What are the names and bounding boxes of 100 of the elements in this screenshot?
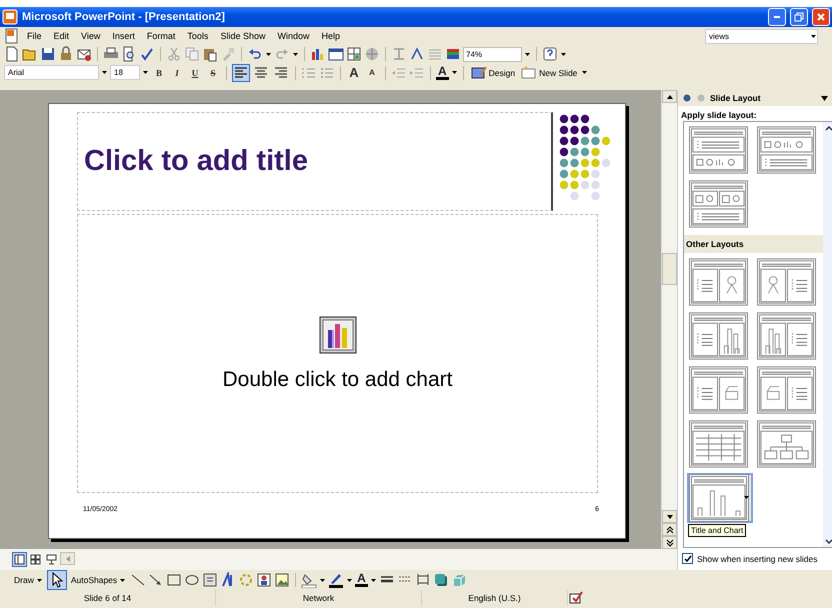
line-color-icon[interactable] <box>328 572 344 588</box>
pointer-icon <box>50 572 64 588</box>
status-slide: Slide 6 of 14 <box>0 590 216 606</box>
app-icon[interactable] <box>2 9 18 25</box>
chart-placeholder[interactable]: Double click to add chart <box>77 214 598 493</box>
layout-thumbnail[interactable] <box>687 125 749 175</box>
select-button[interactable] <box>46 570 67 590</box>
layout-thumbnail[interactable] <box>755 257 817 307</box>
title-placeholder[interactable]: Click to add title <box>77 112 553 211</box>
checkbox[interactable] <box>682 553 693 564</box>
list-scrollbar[interactable] <box>823 122 832 547</box>
grid-icon[interactable] <box>346 46 362 62</box>
rectangle-icon[interactable] <box>166 572 182 588</box>
layout-thumbnail[interactable] <box>687 311 749 361</box>
layout-thumbnail[interactable] <box>687 179 749 229</box>
view-button[interactable] <box>44 552 59 567</box>
scroll-up-icon <box>666 92 674 100</box>
paste-icon[interactable] <box>202 46 218 62</box>
restore-button[interactable] <box>790 8 808 26</box>
align-center-icon <box>253 64 269 80</box>
layout-thumbnail[interactable] <box>687 257 749 307</box>
check-icon <box>684 554 692 562</box>
task-pane-title: Slide Layout <box>710 93 762 103</box>
new-slide-icon <box>521 64 538 80</box>
clip-art-icon[interactable] <box>256 572 272 588</box>
layout-thumbnail[interactable] <box>755 125 817 175</box>
minimize-button[interactable] <box>768 8 786 26</box>
menu-item[interactable]: File <box>22 29 47 43</box>
group-heading: Other Layouts <box>684 235 823 253</box>
scroll-left-icon <box>64 554 72 562</box>
scroll-down-icon <box>825 537 832 545</box>
spelling-status-icon[interactable] <box>568 590 584 606</box>
view-button[interactable] <box>28 552 43 567</box>
design-button[interactable]: Design <box>468 64 518 82</box>
status-design: Network <box>216 590 422 606</box>
table-icon[interactable] <box>328 46 344 62</box>
increase-font-button[interactable]: A <box>346 64 362 80</box>
menu-item[interactable]: Window <box>272 29 314 43</box>
zoom-field[interactable]: 74% <box>463 46 522 62</box>
checkbox-label: Show when inserting new slides <box>697 554 818 564</box>
help-question-field[interactable]: views <box>705 28 818 44</box>
layout-thumbnail[interactable] <box>755 311 817 361</box>
layout-thumbnail[interactable] <box>687 365 749 415</box>
color-bars-icon[interactable] <box>445 46 461 62</box>
arrow-style-icon[interactable] <box>414 572 431 588</box>
close-button[interactable] <box>812 8 830 26</box>
font-style-button[interactable]: B <box>151 64 167 80</box>
font-style-button[interactable]: I <box>169 64 185 80</box>
draw-menu-button[interactable]: Draw <box>12 574 45 586</box>
font-style-button[interactable]: S <box>205 64 221 80</box>
next-slide-icon <box>666 538 674 546</box>
lock-icon[interactable] <box>58 46 74 62</box>
new-slide-button[interactable]: New Slide <box>519 64 580 82</box>
font-field[interactable]: Arial <box>4 65 99 80</box>
decrease-font-button[interactable]: A <box>364 64 380 80</box>
new-document-icon[interactable] <box>4 46 20 62</box>
scroll-thumb[interactable] <box>662 253 677 285</box>
window-title: Microsoft PowerPoint - [Presentation2] <box>22 11 226 23</box>
menu-item[interactable]: View <box>76 29 106 43</box>
view-button[interactable] <box>12 552 27 567</box>
menu-item[interactable]: Tools <box>182 29 214 43</box>
align-button[interactable] <box>232 64 250 82</box>
spelling-check-icon[interactable] <box>139 46 155 62</box>
align-left-icon <box>233 64 249 80</box>
font-color-button[interactable]: A <box>355 573 368 587</box>
menu-item[interactable]: Slide Show <box>215 29 270 43</box>
restore-icon <box>794 12 804 22</box>
font-color-button[interactable]: A <box>436 66 449 80</box>
menu-item[interactable]: Edit <box>48 29 74 43</box>
menu-item[interactable]: Help <box>316 29 345 43</box>
chart-icon[interactable] <box>310 46 326 62</box>
autoshapes-button[interactable]: AutoShapes <box>68 574 128 586</box>
back-icon[interactable] <box>682 93 692 103</box>
previous-slide-icon <box>666 526 674 534</box>
vertical-scrollbar[interactable] <box>661 90 677 549</box>
menu-item[interactable]: Format <box>142 29 180 43</box>
close-icon <box>816 12 826 22</box>
menu-item[interactable]: Insert <box>107 29 140 43</box>
font-size-field[interactable]: 18 <box>110 65 140 80</box>
picture-icon[interactable] <box>274 572 290 588</box>
help-icon[interactable] <box>542 46 558 62</box>
undo-icon[interactable] <box>247 46 263 62</box>
line-icon[interactable] <box>130 572 146 588</box>
fill-color-icon[interactable] <box>301 572 318 588</box>
layout-thumbnail[interactable] <box>687 419 749 469</box>
oval-icon[interactable] <box>184 572 200 588</box>
layout-thumbnail[interactable] <box>687 473 753 523</box>
layout-thumbnail[interactable] <box>755 419 817 469</box>
minimize-icon <box>774 16 780 18</box>
scroll-down-icon <box>666 512 674 520</box>
scroll-up-icon <box>825 124 832 132</box>
normal-view-icon <box>14 554 25 565</box>
dropdown-icon[interactable] <box>820 94 829 102</box>
layout-thumbnail[interactable] <box>755 365 817 415</box>
text-box-icon[interactable] <box>202 572 218 588</box>
chart-placeholder-text: Double click to add chart <box>222 368 452 392</box>
save-icon[interactable] <box>40 46 56 62</box>
shadow-icon[interactable] <box>432 572 449 588</box>
font-style-button[interactable]: U <box>187 64 203 80</box>
document-icon[interactable] <box>4 28 20 44</box>
